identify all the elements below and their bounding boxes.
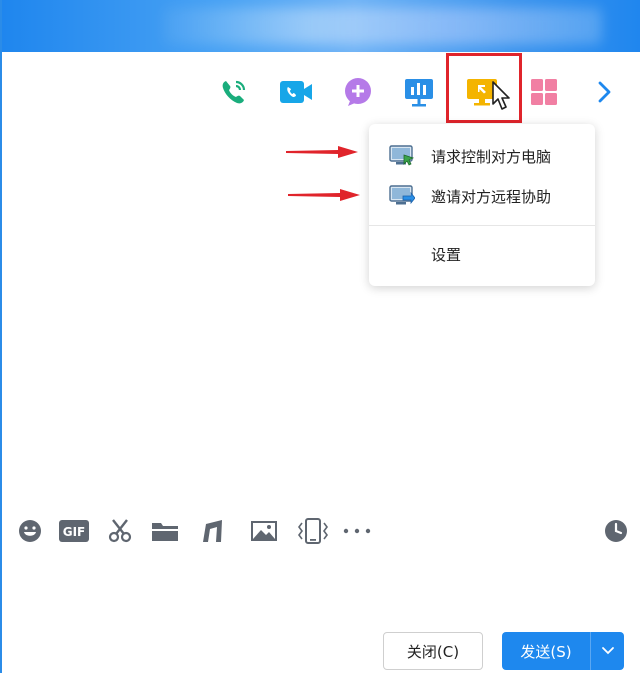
more-toolbar-button[interactable] [586, 72, 622, 112]
invite-assist-label: 邀请对方远程协助 [431, 187, 552, 206]
shake-button[interactable] [296, 516, 330, 546]
menu-divider [369, 225, 595, 226]
clock-icon [605, 520, 627, 542]
title-bar[interactable] [2, 0, 640, 52]
image-button[interactable] [249, 516, 279, 546]
close-button[interactable]: 关闭(C) [383, 632, 483, 670]
remote-assist-menu: 请求控制对方电脑 邀请对方远程协助 设置 [369, 124, 595, 286]
music-button[interactable] [198, 516, 228, 546]
settings-label: 设置 [431, 245, 462, 264]
scissors-icon [108, 519, 132, 543]
chevron-right-icon [598, 81, 611, 103]
folder-icon [152, 523, 178, 541]
video-call-button[interactable] [276, 72, 316, 112]
monitor-control-icon [389, 145, 415, 166]
emoji-icon [19, 520, 41, 542]
monitor-invite-icon [389, 185, 415, 205]
chevron-down-icon [601, 647, 614, 655]
plus-bubble-icon [345, 78, 371, 106]
send-label: 发送(S) [520, 642, 572, 661]
input-toolbar: GIF [2, 514, 640, 550]
voice-call-button[interactable] [214, 72, 254, 112]
request-control-label: 请求控制对方电脑 [431, 147, 552, 166]
image-icon [251, 521, 277, 541]
presentation-icon [405, 79, 433, 107]
menu-item-request-control[interactable]: 请求控制对方电脑 [369, 136, 595, 176]
send-options-button[interactable] [591, 632, 624, 670]
blurred-title [162, 8, 602, 44]
screenshot-button[interactable] [105, 516, 135, 546]
apps-button[interactable] [524, 72, 564, 112]
gif-button[interactable]: GIF [58, 516, 90, 546]
menu-item-invite-assist[interactable]: 邀请对方远程协助 [369, 176, 595, 216]
file-button[interactable] [150, 516, 180, 546]
gif-icon: GIF [59, 520, 89, 542]
history-button[interactable] [601, 516, 631, 546]
grid-icon [531, 79, 557, 105]
annotation-arrow-2 [288, 189, 360, 201]
add-member-button[interactable] [338, 72, 378, 112]
shake-icon [298, 518, 328, 544]
menu-item-settings[interactable]: 设置 [369, 234, 595, 274]
svg-text:GIF: GIF [63, 525, 86, 539]
chat-window: 请求控制对方电脑 邀请对方远程协助 设置 GIF 关闭(C) 发送(S) [0, 0, 640, 673]
more-input-button[interactable] [340, 516, 374, 546]
emoji-button[interactable] [15, 516, 45, 546]
more-dots-icon [343, 528, 371, 534]
phone-icon [222, 80, 246, 104]
mouse-cursor-icon [492, 81, 510, 110]
share-screen-button[interactable] [399, 72, 439, 112]
video-camera-icon [280, 81, 312, 103]
music-note-icon [203, 520, 222, 542]
send-button[interactable]: 发送(S) [502, 632, 624, 670]
chat-toolbar [2, 66, 640, 114]
annotation-arrow-1 [286, 146, 358, 158]
